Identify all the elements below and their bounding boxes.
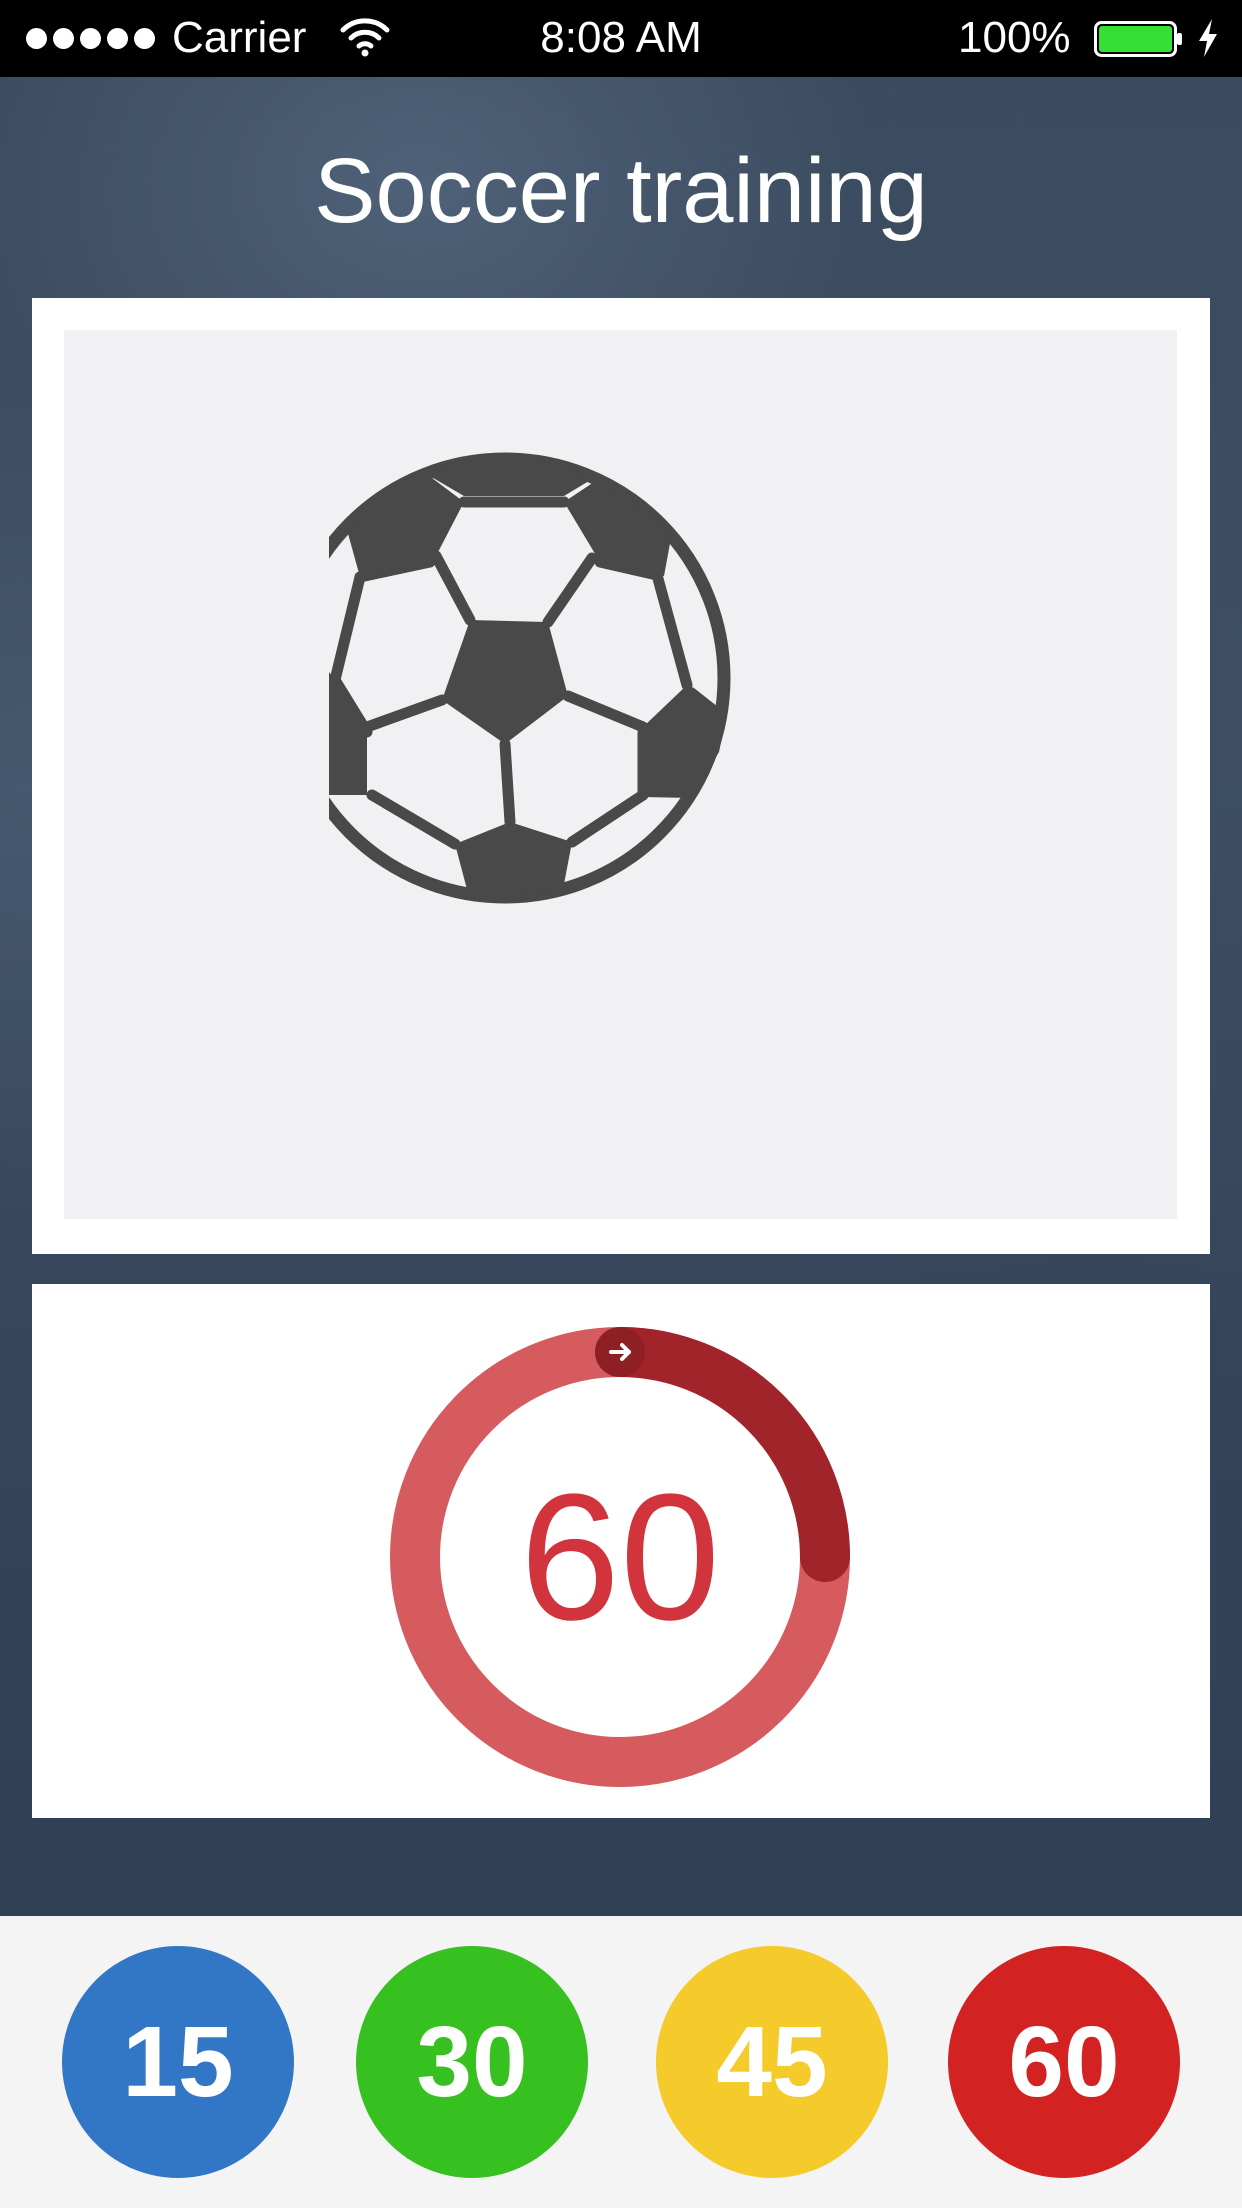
soccer-ball-icon (329, 452, 731, 904)
preset-30-button[interactable]: 30 (356, 1946, 588, 2178)
preset-bar: 15 30 45 60 (0, 1916, 1242, 2208)
timer-card: 60 (32, 1284, 1210, 1818)
battery-icon (1094, 21, 1182, 57)
page-title: Soccer training (314, 140, 928, 242)
status-bar: Carrier 8:08 AM 100% (0, 0, 1242, 77)
timer-value: 60 (519, 1456, 721, 1658)
preset-15-button[interactable]: 15 (62, 1946, 294, 2178)
image-card (32, 298, 1210, 1254)
battery-percent-label: 100% (958, 13, 1071, 62)
image-frame (64, 330, 1177, 1219)
preset-60-button[interactable]: 60 (948, 1946, 1180, 2178)
charging-icon (1199, 19, 1217, 57)
preset-45-button[interactable]: 45 (656, 1946, 888, 2178)
